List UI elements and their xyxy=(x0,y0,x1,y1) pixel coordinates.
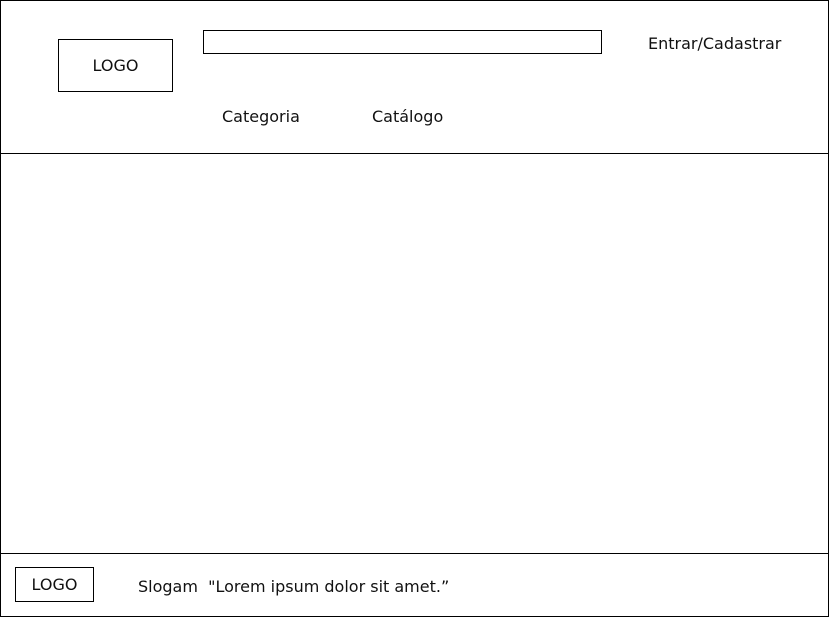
nav-item-catalogo[interactable]: Catálogo xyxy=(372,107,443,126)
header-logo[interactable]: LOGO xyxy=(58,39,173,92)
header-logo-text: LOGO xyxy=(92,56,139,75)
page-frame: LOGO Entrar/Cadastrar Categoria Catálogo… xyxy=(0,0,829,617)
site-footer: LOGO Slogam "Lorem ipsum dolor sit amet.… xyxy=(1,553,828,616)
main-content-area xyxy=(1,154,828,553)
footer-logo-text: LOGO xyxy=(31,575,78,594)
footer-slogan: Slogam "Lorem ipsum dolor sit amet.” xyxy=(138,577,450,596)
login-signup-link[interactable]: Entrar/Cadastrar xyxy=(648,34,781,53)
site-header: LOGO Entrar/Cadastrar Categoria Catálogo xyxy=(1,1,828,154)
footer-logo[interactable]: LOGO xyxy=(15,567,94,602)
nav-item-categoria[interactable]: Categoria xyxy=(222,107,300,126)
search-input[interactable] xyxy=(203,30,602,54)
